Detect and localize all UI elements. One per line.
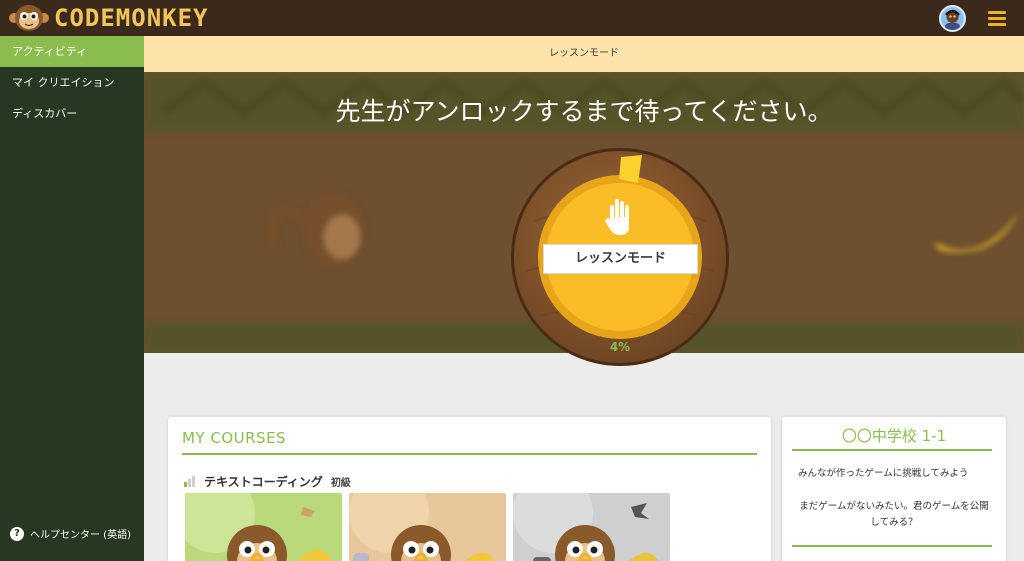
logo-text: CODEMONKEY [54,4,209,32]
lesson-mode-banner: レッスンモード [144,36,1024,72]
course-level: 初級 [330,478,351,489]
sidebar-item-my-creations[interactable]: マイ クリエイション [0,67,144,98]
divider [792,449,992,451]
course-thumbnail-2[interactable] [349,493,506,561]
lesson-progress-percent: 4% [609,340,631,354]
help-icon: ? [10,526,24,541]
hamburger-menu-icon[interactable] [988,9,1006,27]
challenge-prompt: みんなが作ったゲームに挑戦してみよう [798,468,969,479]
help-center-link[interactable]: ? ヘルプセンター (英語) [10,526,131,541]
course-header: テキストコーディング 初級 [184,473,351,490]
sidebar: アクティビティ マイ クリエイション ディスカバー ? ヘルプセンター (英語) [0,36,144,561]
course-thumbnail-3[interactable] [513,493,670,561]
divider [182,453,757,455]
wheel-lesson-mode-label: レッスンモード [543,244,698,274]
divider [792,545,992,547]
wheel-progress-marker [619,155,642,183]
class-panel: 〇〇中学校 1-1 みんなが作ったゲームに挑戦してみよう まだゲームがないみたい… [782,417,1006,561]
course-thumbnail-1[interactable] [185,493,342,561]
user-avatar[interactable] [939,5,966,32]
my-courses-title: MY COURSES [182,429,287,447]
top-bar: CODEMONKEY [0,0,1024,36]
difficulty-bars-icon [184,475,196,487]
monkey-face-icon [8,4,50,32]
no-games-message: まだゲームがないみたい。君のゲームを公開してみる？ [799,501,989,528]
sidebar-item-activity[interactable]: アクティビティ [0,36,144,67]
course-name: テキストコーディング [204,475,323,489]
sidebar-item-discover[interactable]: ディスカバー [0,98,144,129]
hero-title: 先生がアンロックするまで待ってください。 [335,97,833,126]
class-name: 〇〇中学校 1-1 [841,427,947,445]
my-courses-card: MY COURSES テキストコーディング 初級 [168,417,771,561]
help-center-label: ヘルプセンター (英語) [30,530,131,541]
codemonkey-logo[interactable]: CODEMONKEY [8,4,209,32]
